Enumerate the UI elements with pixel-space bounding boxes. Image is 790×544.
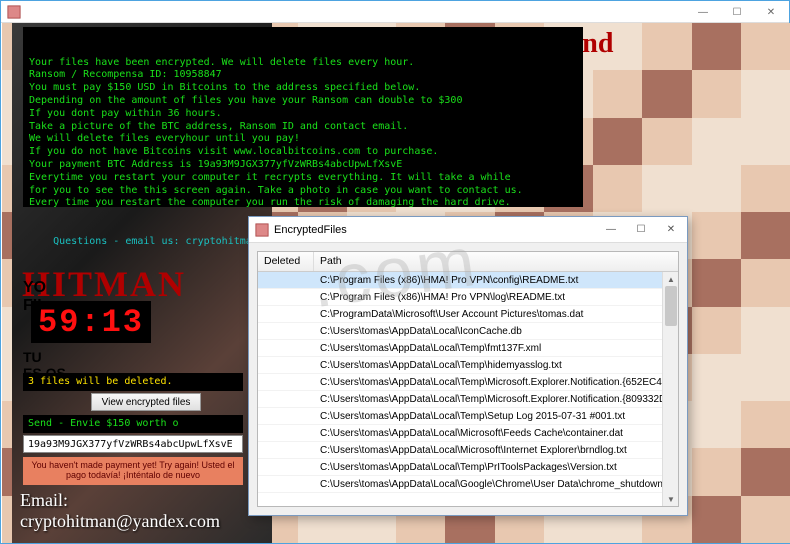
- table-row[interactable]: C:\Users\tomas\AppData\Local\Temp\Micros…: [258, 391, 678, 408]
- main-window: — ☐ ✕ Email: cryptohitman@yand HITMAN Em…: [0, 0, 790, 544]
- table-row[interactable]: C:\Users\tomas\AppData\Local\Temp\PrIToo…: [258, 459, 678, 476]
- dialog-icon: [255, 223, 269, 237]
- scroll-thumb[interactable]: [665, 286, 677, 326]
- close-button[interactable]: ✕: [754, 2, 788, 22]
- send-amount-bar: Send - Envie $150 worth o: [23, 415, 243, 433]
- table-row[interactable]: C:\Users\tomas\AppData\Local\Microsoft\I…: [258, 442, 678, 459]
- dialog-close-button[interactable]: ✕: [656, 218, 686, 240]
- table-row[interactable]: C:\Users\tomas\AppData\Local\IconCache.d…: [258, 323, 678, 340]
- dialog-body: Deleted Path C:\Program Files (x86)\HMA!…: [257, 251, 679, 507]
- app-icon: [7, 5, 21, 19]
- view-encrypted-files-button[interactable]: View encrypted files: [91, 393, 201, 411]
- grid-header: Deleted Path: [258, 252, 678, 272]
- column-deleted[interactable]: Deleted: [258, 252, 314, 271]
- table-row[interactable]: C:\Users\tomas\AppData\Local\Temp\Micros…: [258, 374, 678, 391]
- ransom-terminal: Your files have been encrypted. We will …: [23, 27, 583, 207]
- email-footer-addr: cryptohitman@yandex.com: [20, 511, 220, 533]
- countdown-timer: 59:13: [31, 301, 151, 343]
- encrypted-files-dialog: EncryptedFiles — ☐ ✕ Deleted Path C:\Pro…: [248, 216, 688, 516]
- email-footer: Email: cryptohitman@yandex.com: [20, 490, 220, 533]
- email-footer-label: Email:: [20, 490, 220, 512]
- scroll-up-icon[interactable]: ▲: [663, 272, 679, 286]
- vertical-scrollbar[interactable]: ▲ ▼: [662, 272, 678, 506]
- table-row[interactable]: C:\Users\tomas\AppData\Local\Microsoft\F…: [258, 425, 678, 442]
- terminal-lines: Your files have been encrypted. We will …: [29, 57, 577, 211]
- no-payment-alert: You haven't made payment yet! Try again!…: [23, 457, 243, 485]
- table-row[interactable]: C:\Users\tomas\AppData\Local\Temp\Setup …: [258, 408, 678, 425]
- table-row[interactable]: C:\Program Files (x86)\HMA! Pro VPN\conf…: [258, 272, 678, 289]
- table-row[interactable]: C:\Program Files (x86)\HMA! Pro VPN\log\…: [258, 289, 678, 306]
- dialog-maximize-button[interactable]: ☐: [626, 218, 656, 240]
- main-titlebar[interactable]: [1, 1, 789, 23]
- main-window-controls: — ☐ ✕: [686, 2, 788, 22]
- btc-address-input[interactable]: [23, 435, 243, 453]
- column-path[interactable]: Path: [314, 252, 678, 271]
- grid-rows: C:\Program Files (x86)\HMA! Pro VPN\conf…: [258, 272, 678, 493]
- delete-warning-bar: 3 files will be deleted.: [23, 373, 243, 391]
- maximize-button[interactable]: ☐: [720, 2, 754, 22]
- table-row[interactable]: C:\Users\tomas\AppData\Local\Google\Chro…: [258, 476, 678, 493]
- table-row[interactable]: C:\Users\tomas\AppData\Local\Temp\fmt137…: [258, 340, 678, 357]
- scroll-down-icon[interactable]: ▼: [663, 492, 679, 506]
- table-row[interactable]: C:\Users\tomas\AppData\Local\Temp\hidemy…: [258, 357, 678, 374]
- dialog-minimize-button[interactable]: —: [596, 218, 626, 240]
- table-row[interactable]: C:\ProgramData\Microsoft\User Account Pi…: [258, 306, 678, 323]
- dialog-title-text: EncryptedFiles: [274, 224, 347, 236]
- dialog-window-controls: — ☐ ✕: [596, 218, 686, 240]
- minimize-button[interactable]: —: [686, 2, 720, 22]
